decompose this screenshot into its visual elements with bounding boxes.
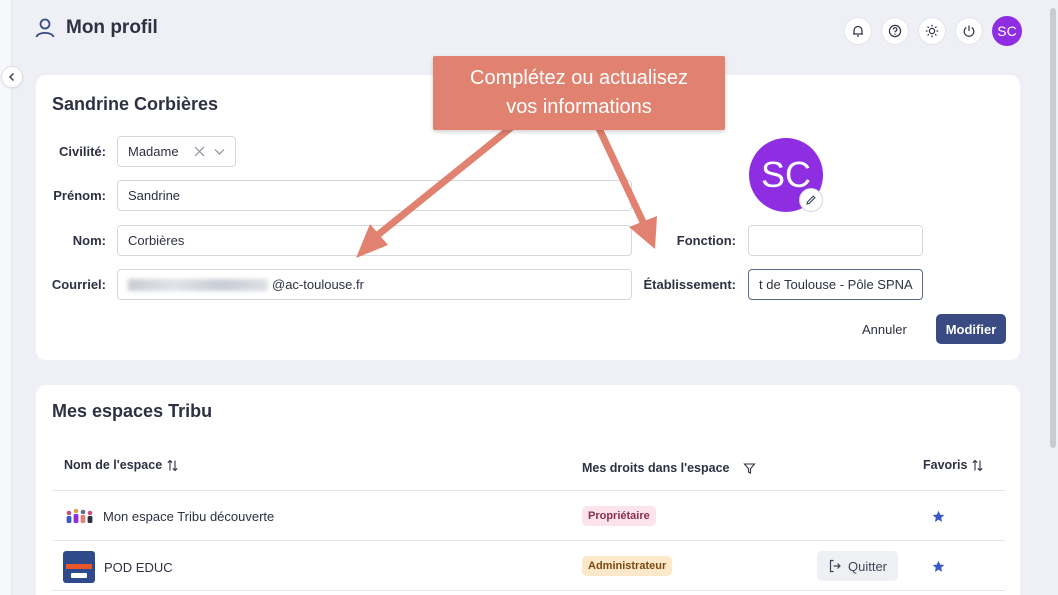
role-badge: Administrateur (582, 556, 673, 576)
spaces-card: Mes espaces Tribu Nom de l'espace Mes dr… (36, 385, 1020, 595)
nom-input[interactable]: Corbières (117, 225, 632, 256)
fonction-label: Fonction: (676, 233, 736, 248)
courriel-label: Courriel: (51, 277, 106, 292)
nom-label: Nom: (72, 233, 106, 248)
annotation-callout: Complétez ou actualisez vos informations (433, 56, 725, 130)
fonction-input[interactable] (748, 225, 923, 256)
callout-line-1: Complétez ou actualisez (470, 67, 688, 89)
cancel-button[interactable]: Annuler (862, 314, 907, 344)
logout-icon (829, 559, 841, 573)
table-divider (52, 540, 1005, 541)
page-title: Mon profil (34, 17, 158, 39)
quit-button[interactable]: Quitter (817, 551, 898, 581)
modify-button[interactable]: Modifier (936, 314, 1006, 344)
chevron-down-icon (214, 149, 225, 155)
pencil-icon (806, 195, 816, 205)
group-icon (66, 508, 93, 523)
prenom-input[interactable]: Sandrine (117, 180, 632, 211)
civilite-select[interactable]: Madame (117, 136, 236, 167)
civilite-label: Civilité: (59, 144, 106, 159)
table-divider (52, 490, 1005, 491)
prenom-value: Sandrine (128, 188, 181, 203)
help-button[interactable] (881, 17, 909, 45)
role-badge: Propriétaire (582, 506, 656, 526)
sort-icon (167, 459, 178, 471)
civilite-value: Madame (128, 144, 179, 159)
etablissement-label: Établissement: (643, 277, 736, 292)
sidebar-collapse-button[interactable] (1, 66, 23, 88)
clear-icon[interactable] (194, 146, 205, 157)
space-name: Mon espace Tribu découverte (103, 508, 275, 524)
column-name-header[interactable]: Nom de l'espace (64, 458, 179, 472)
notifications-button[interactable] (844, 17, 872, 45)
user-icon (35, 18, 55, 38)
favorite-star-icon[interactable] (932, 510, 945, 523)
bell-icon (853, 25, 863, 37)
table-divider (52, 590, 1005, 591)
column-rights-label: Mes droits dans l'espace (582, 461, 730, 475)
courriel-input[interactable]: @ac-toulouse.fr (117, 269, 632, 300)
prenom-label: Prénom: (53, 188, 106, 203)
column-favorites-label: Favoris (923, 458, 968, 472)
top-toolbar: SC (844, 16, 1022, 46)
spaces-title: Mes espaces Tribu (52, 401, 213, 421)
favorite-star-icon[interactable] (932, 560, 945, 573)
chevron-left-icon (8, 72, 15, 82)
user-avatar[interactable]: SC (992, 16, 1022, 46)
table-row-name[interactable]: Mon espace Tribu découverte (64, 505, 274, 527)
theme-toggle-button[interactable] (918, 17, 946, 45)
column-favorites-header[interactable]: Favoris (923, 458, 984, 472)
nom-value: Corbières (128, 233, 185, 248)
left-sidebar (0, 0, 12, 595)
sun-icon (925, 24, 939, 38)
space-name: POD EDUC (104, 559, 173, 575)
scrollbar[interactable] (1050, 8, 1056, 448)
quit-label: Quitter (847, 558, 887, 574)
logout-button[interactable] (955, 17, 983, 45)
profile-name: Sandrine Corbières (52, 94, 219, 114)
table-row-name[interactable]: POD EDUC (63, 551, 173, 583)
etablissement-value: t de Toulouse - Pôle SPNA (759, 277, 913, 292)
edit-avatar-button[interactable] (799, 188, 823, 212)
courriel-blurred-text (128, 278, 268, 291)
courriel-value: @ac-toulouse.fr (272, 277, 364, 292)
page-title-text: Mon profil (66, 17, 158, 38)
sort-icon (972, 459, 984, 471)
help-icon (888, 24, 902, 38)
filter-icon[interactable] (743, 462, 757, 475)
pod-educ-logo-icon (63, 551, 95, 583)
column-rights-header: Mes droits dans l'espace (582, 461, 757, 475)
callout-line-2: vos informations (506, 96, 652, 118)
power-icon (963, 25, 975, 37)
etablissement-input[interactable]: t de Toulouse - Pôle SPNA (748, 269, 923, 300)
column-name-label: Nom de l'espace (64, 458, 163, 472)
